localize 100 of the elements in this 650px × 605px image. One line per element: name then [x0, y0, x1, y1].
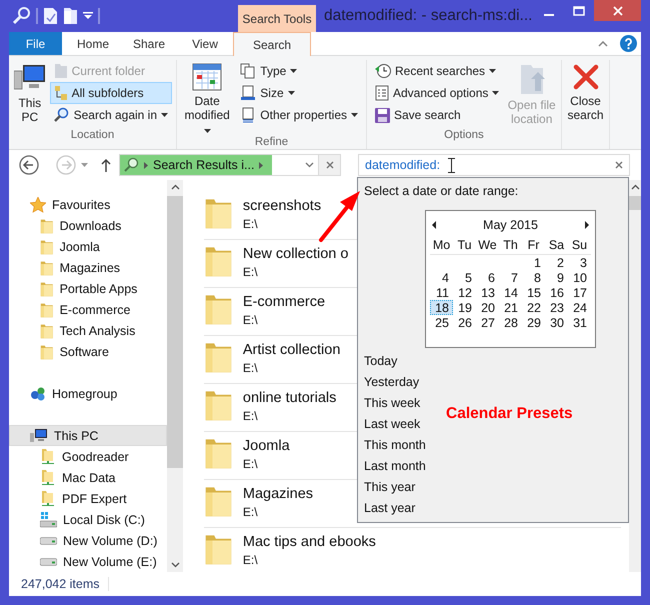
navigation-item[interactable]: This PC [9, 425, 167, 446]
file-name[interactable]: Joomla [242, 438, 290, 454]
this-pc-button[interactable]: This PC [13, 60, 47, 129]
customize-caret-icon[interactable] [83, 12, 93, 20]
date-modified-button[interactable]: Date modified [181, 60, 234, 136]
type-button[interactable]: Type [236, 60, 362, 82]
calendar-day[interactable]: 23 [545, 300, 568, 315]
explorer-icon[interactable] [13, 7, 31, 25]
file-name[interactable]: New collection o [242, 246, 348, 262]
date-preset[interactable]: Today [364, 350, 398, 371]
calendar-day[interactable]: 6 [476, 270, 499, 285]
calendar-day[interactable]: 18 [430, 300, 453, 315]
calendar-day[interactable]: 7 [499, 270, 522, 285]
calendar-day[interactable]: 30 [545, 315, 568, 330]
calendar-day[interactable]: 28 [499, 315, 522, 330]
help-icon[interactable] [620, 35, 637, 52]
date-preset[interactable]: This year [364, 476, 416, 497]
calendar-day[interactable]: 22 [522, 300, 545, 315]
search-again-in-button[interactable]: Search again in [50, 104, 172, 126]
calendar-day[interactable]: 31 [568, 315, 591, 330]
clear-icon[interactable] [326, 161, 334, 169]
previous-month-icon[interactable] [432, 221, 436, 229]
scroll-up-icon[interactable] [170, 184, 180, 190]
properties-icon[interactable] [43, 7, 58, 25]
navigation-item[interactable]: Homegroup [9, 383, 167, 404]
ribbon-tab[interactable]: Search [233, 32, 311, 56]
date-preset[interactable]: Last year [364, 497, 416, 518]
file-name[interactable]: online tutorials [242, 390, 336, 406]
navigation-item[interactable]: PDF Expert [9, 488, 167, 509]
calendar-day[interactable]: 17 [568, 285, 591, 300]
next-month-icon[interactable] [585, 221, 589, 229]
calendar-day[interactable]: 26 [453, 315, 476, 330]
address-bar[interactable]: Search Results i... [119, 154, 341, 176]
calendar-day[interactable]: 20 [476, 300, 499, 315]
collapse-ribbon-icon[interactable] [598, 40, 608, 46]
file-name[interactable]: Artist collection [242, 342, 340, 358]
scrollbar[interactable] [629, 180, 641, 572]
calendar-day[interactable]: 4 [430, 270, 453, 285]
save-search-button[interactable]: Save search [371, 104, 504, 126]
recent-locations-button[interactable] [81, 163, 88, 167]
navigation-item[interactable]: Portable Apps [9, 278, 167, 299]
new-folder-icon[interactable] [63, 7, 78, 25]
calendar-day[interactable]: 12 [453, 285, 476, 300]
navigation-item[interactable]: Joomla [9, 236, 167, 257]
navigation-item[interactable]: E-commerce [9, 299, 167, 320]
date-preset[interactable]: This week [364, 392, 420, 413]
back-button[interactable] [19, 155, 39, 175]
calendar-day[interactable]: 27 [476, 315, 499, 330]
scroll-down-icon[interactable] [170, 562, 180, 568]
date-preset[interactable]: Last month [364, 455, 426, 476]
navigation-item[interactable]: Goodreader [9, 446, 167, 467]
calendar-day[interactable]: 15 [522, 285, 545, 300]
all-subfolders-button[interactable]: All subfolders [50, 82, 172, 104]
file-name[interactable]: E-commerce [242, 294, 326, 310]
calendar-day[interactable]: 11 [430, 285, 453, 300]
calendar-day[interactable]: 1 [522, 255, 545, 270]
scroll-up-icon[interactable] [630, 184, 640, 190]
calendar-day[interactable]: 25 [430, 315, 453, 330]
file-menu-button[interactable]: File [9, 32, 62, 55]
navigation-item[interactable]: New Volume (E:) [9, 551, 167, 572]
file-name[interactable]: screenshots [242, 198, 322, 214]
navigation-item[interactable]: New Volume (D:) [9, 530, 167, 551]
calendar-day[interactable]: 29 [522, 315, 545, 330]
calendar-day[interactable]: 9 [545, 270, 568, 285]
date-preset[interactable]: Last week [364, 413, 420, 434]
scroll-thumb[interactable] [167, 196, 183, 468]
navigation-item[interactable]: Software [9, 341, 167, 362]
calendar-day[interactable]: 10 [568, 270, 591, 285]
calendar-day[interactable]: 16 [545, 285, 568, 300]
calendar-day[interactable]: 19 [453, 300, 476, 315]
scroll-thumb[interactable] [629, 196, 641, 210]
search-field[interactable]: datemodified: [358, 154, 630, 176]
date-preset[interactable]: This month [364, 434, 426, 455]
clear-icon[interactable] [615, 161, 623, 169]
recent-searches-button[interactable]: Recent searches [371, 60, 504, 82]
scrollbar[interactable] [167, 180, 183, 572]
calendar-day[interactable]: 8 [522, 270, 545, 285]
close-search-button[interactable]: Close search [566, 60, 605, 149]
calendar-day[interactable]: 2 [545, 255, 568, 270]
navigation-item[interactable]: Favourites [9, 194, 167, 215]
dropdown-icon[interactable] [305, 162, 314, 168]
calendar-day[interactable]: 21 [499, 300, 522, 315]
calendar-day[interactable]: 5 [453, 270, 476, 285]
calendar-day[interactable]: 3 [568, 255, 591, 270]
calendar-day[interactable]: 24 [568, 300, 591, 315]
navigation-item[interactable]: Mac Data [9, 467, 167, 488]
navigation-item[interactable]: Local Disk (C:) [9, 509, 167, 530]
navigation-item[interactable]: Magazines [9, 257, 167, 278]
navigation-item[interactable]: Tech Analysis [9, 320, 167, 341]
month-label[interactable]: May 2015 [483, 218, 538, 232]
calendar-day[interactable]: 13 [476, 285, 499, 300]
calendar-day[interactable]: 14 [499, 285, 522, 300]
date-preset[interactable]: Yesterday [364, 371, 420, 392]
file-name[interactable]: Magazines [242, 486, 314, 502]
size-button[interactable]: Size [236, 82, 362, 104]
close-button[interactable] [594, 0, 641, 21]
other-properties-button[interactable]: Other properties [236, 104, 362, 126]
navigation-item[interactable]: Downloads [9, 215, 167, 236]
file-name[interactable]: Mac tips and ebooks [242, 534, 376, 550]
up-button[interactable] [101, 158, 111, 172]
